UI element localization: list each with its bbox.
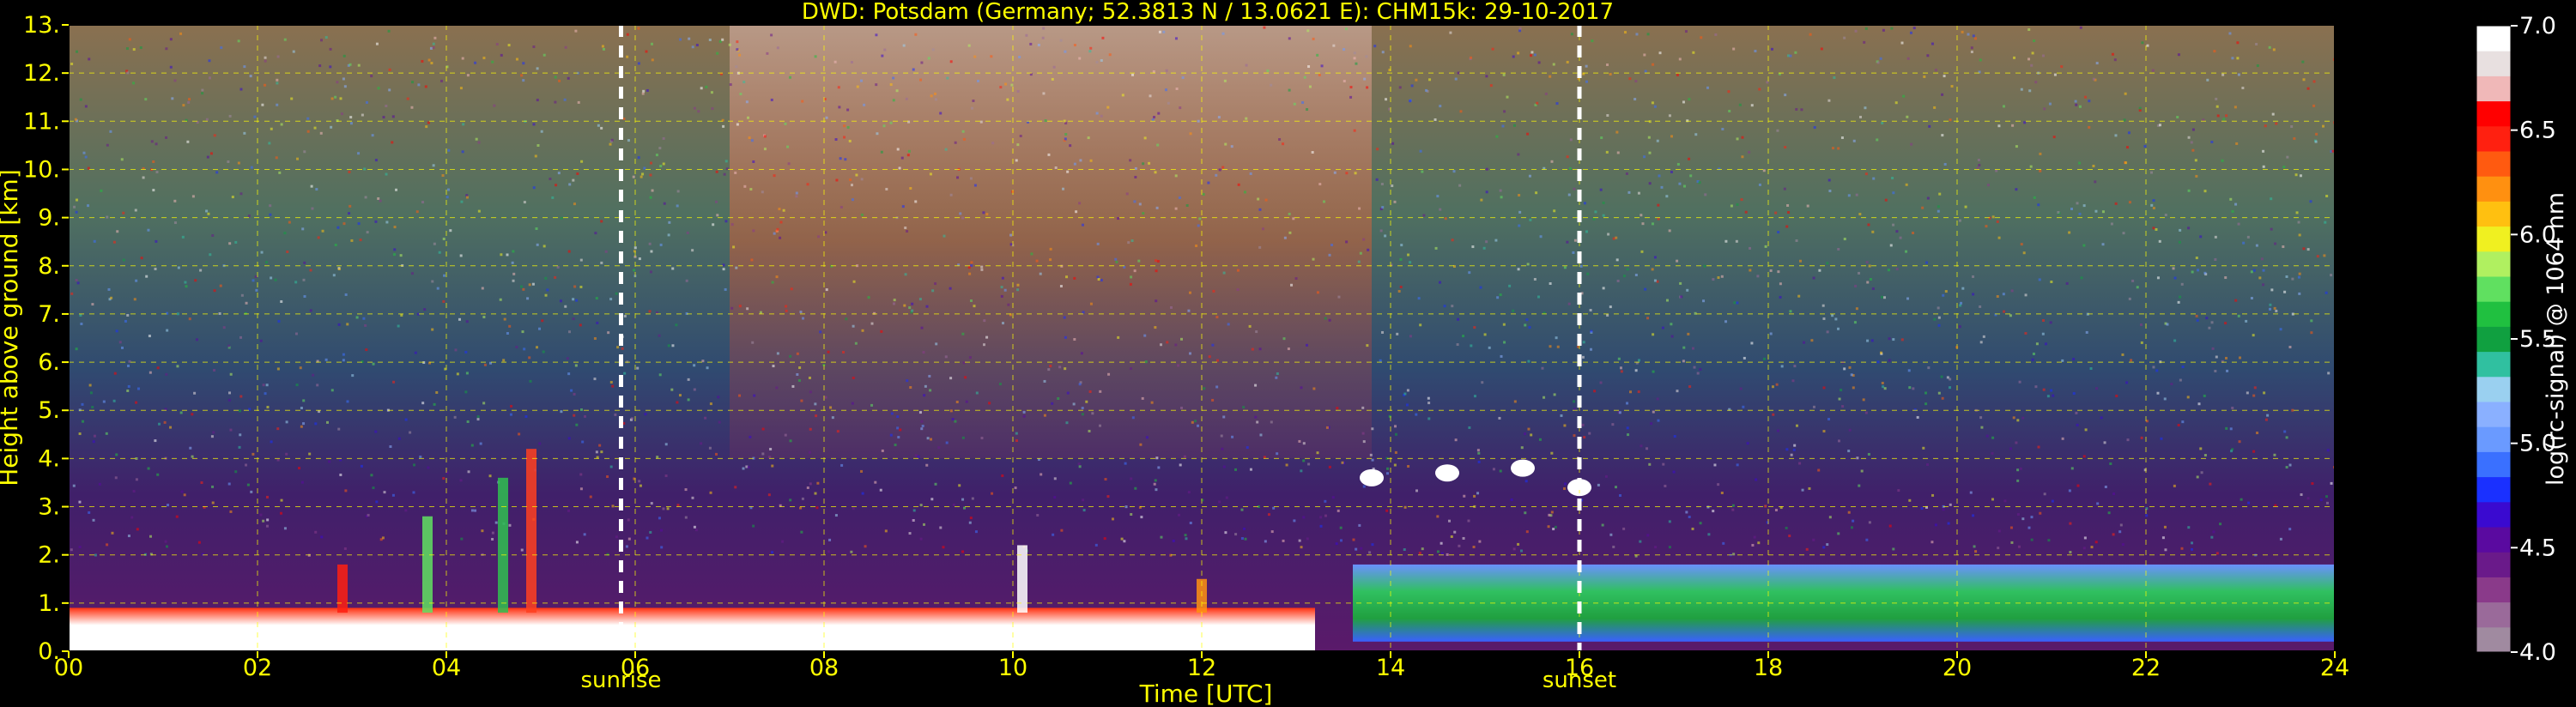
- colorbar-segment: [2476, 326, 2511, 353]
- x-tick-label: 16: [1565, 655, 1594, 681]
- x-tick-label: 02: [243, 655, 272, 681]
- colorbar-tick-label: 4.5: [2519, 535, 2556, 561]
- y-tick-label: 10.: [23, 156, 60, 183]
- colorbar-tick-label: 6.5: [2519, 118, 2556, 144]
- colorbar-segment: [2476, 577, 2511, 603]
- colorbar-segment: [2476, 376, 2511, 402]
- y-tick-label: 0.: [38, 638, 60, 665]
- colorbar-segment: [2476, 276, 2511, 302]
- y-tick-label: 7.: [38, 301, 60, 328]
- colorbar-segment: [2476, 151, 2511, 177]
- colorbar-segment: [2476, 125, 2511, 152]
- x-tick-label: 14: [1376, 655, 1405, 681]
- colorbar-segment: [2476, 51, 2511, 76]
- x-tick-label: 10: [998, 655, 1027, 681]
- x-tick-label: 22: [2131, 655, 2161, 681]
- colorbar-segment: [2476, 476, 2511, 503]
- colorbar-segment: [2476, 301, 2511, 327]
- x-tick-label: 18: [1754, 655, 1783, 681]
- region-noise-brown-day: [730, 25, 1372, 459]
- y-tick-label: 6.: [38, 349, 60, 376]
- colorbar-tick-label: 4.0: [2519, 639, 2556, 666]
- colorbar-segment: [2476, 251, 2511, 277]
- x-tick-label: 24: [2320, 655, 2349, 681]
- colorbar-segment: [2476, 201, 2511, 227]
- colorbar-segment: [2476, 100, 2511, 127]
- colorbar-tick-label: 7.0: [2519, 13, 2556, 39]
- x-tick-label: 12: [1187, 655, 1216, 681]
- chart: sunrise sunset 00 02 04 06 08 10 12 14 16 18 20 22 24…: [0, 0, 2569, 707]
- y-tick-label: 12.: [23, 60, 60, 87]
- y-axis-label: Height above ground [km]: [0, 169, 23, 486]
- y-tick-label: 1.: [38, 590, 60, 617]
- colorbar-segment: [2476, 501, 2511, 528]
- x-axis-label: Time [UTC]: [1139, 680, 1273, 707]
- y-tick-label: 9.: [38, 205, 60, 232]
- colorbar-segment: [2476, 226, 2511, 252]
- y-tick-label: 5.: [38, 397, 60, 424]
- y-tick-label: 8.: [38, 253, 60, 280]
- colorbar-segment: [2476, 351, 2511, 378]
- x-tick-label: 06: [621, 655, 650, 681]
- colorbar-segment: [2476, 527, 2511, 553]
- colorbar-segment: [2476, 552, 2511, 577]
- colorbar-label: log(rc-signal) @ 1064 nm: [2543, 192, 2569, 486]
- y-tick-label: 4.: [38, 445, 60, 472]
- chart-title: DWD: Potsdam (Germany; 52.3813 N / 13.06…: [802, 0, 1614, 25]
- region-boundary-layer-morning: [69, 607, 1315, 651]
- y-tick-label: 3.: [38, 494, 60, 521]
- colorbar-segment: [2476, 426, 2511, 452]
- colorbar-segment: [2476, 451, 2511, 478]
- x-tick-label: 08: [809, 655, 839, 681]
- y-tick-label: 2.: [38, 542, 60, 569]
- y-tick-label: 11.: [23, 108, 60, 135]
- x-tick-label: 20: [1943, 655, 1972, 681]
- colorbar-segment: [2476, 601, 2511, 628]
- y-tick-label: 13.: [23, 12, 60, 39]
- colorbar-segment: [2476, 626, 2511, 653]
- colorbar-segment: [2476, 402, 2511, 427]
- colorbar-segment: [2476, 76, 2511, 102]
- colorbar-segment: [2476, 176, 2511, 202]
- colorbar-segment: [2476, 26, 2511, 51]
- x-tick-label: 04: [432, 655, 461, 681]
